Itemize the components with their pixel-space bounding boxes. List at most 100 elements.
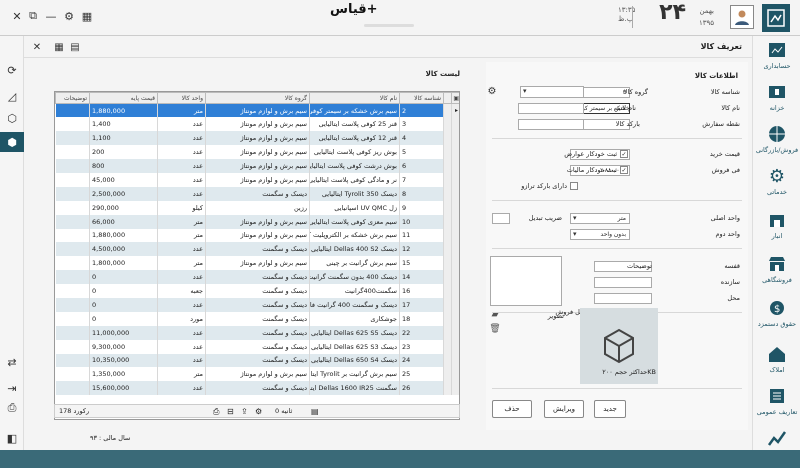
col-header-name[interactable]: نام کالا: [309, 92, 400, 104]
sidebar-item-sales[interactable]: فروش/بازرگانی: [753, 120, 800, 164]
product-box-icon[interactable]: ⬢: [0, 132, 24, 152]
payroll-icon: $: [766, 298, 788, 318]
cell-group: سیم برش و لوازم مونتاژ: [205, 367, 310, 382]
calculator-icon[interactable]: ▦: [52, 40, 66, 54]
cell-price: 15,600,000: [89, 381, 158, 396]
barcode-label: بارکد کالا: [615, 120, 640, 128]
cell-name: دیسک Dellas 625 S5 ایتالیایی: [309, 325, 400, 340]
table-row[interactable]: 6 بوش درشت کوفی پلاست ایتالیایی سیم برش و …: [55, 159, 459, 173]
minimize-icon[interactable]: —: [44, 9, 58, 23]
tax-checkbox[interactable]: ✓ ثبت خودکار مالیات: [567, 166, 628, 174]
sidebar-item-real-estate[interactable]: املاک: [753, 340, 800, 384]
delete-button[interactable]: حذف: [492, 400, 532, 418]
col-header-code[interactable]: شناسه کالا: [399, 92, 444, 104]
calendar-icon[interactable]: ▤: [68, 40, 82, 54]
print-icon[interactable]: ⎙: [4, 400, 20, 416]
user-avatar[interactable]: [730, 5, 754, 29]
table-row[interactable]: 24 دیسک Dellas 650 S4 ایتالیایی دیسک و سگم…: [55, 353, 459, 368]
list-view-icon[interactable]: ▤: [311, 407, 319, 416]
grid-apps-icon[interactable]: ▦: [80, 9, 94, 23]
description-textarea[interactable]: [490, 256, 562, 306]
new-button[interactable]: جدید: [594, 400, 626, 418]
duties-checkbox[interactable]: ✓ ثبت خودکار عوارض: [564, 150, 628, 158]
product-group-select[interactable]: [520, 86, 584, 98]
cell-price: 45,000: [89, 172, 158, 187]
scale-barcode-checkbox[interactable]: دارای بارکد ترازو: [521, 182, 578, 190]
col-header-unit[interactable]: واحد کالا: [157, 92, 206, 104]
cell-name: دیسک Dellas 650 S4 ایتالیایی: [309, 353, 400, 368]
table-row[interactable]: 3 قنر 25 کوفی پلاست ایتالیایی سیم برش و لو…: [55, 117, 459, 132]
measure-triangle-icon[interactable]: ◿: [4, 88, 20, 104]
table-row[interactable]: 5 بوش ریز کوفی پلاست ایتالیایی سیم برش و ل…: [55, 145, 459, 160]
table-row[interactable]: 11 سیم برش خشکه بر الکتروپلیت کو سیم برش و…: [55, 228, 459, 243]
select-all-header[interactable]: ▣: [451, 92, 459, 104]
latin-name-field[interactable]: [518, 103, 584, 114]
sidebar-item-accounting[interactable]: حسابداری: [753, 36, 800, 80]
table-row[interactable]: ▸ 2 سیم برش خشکه بر سیمتر کوفی سیم برش و لو…: [55, 103, 459, 118]
table-row[interactable]: 17دیسک و سگمنت 400 گرانیت فابریکدیسک و س…: [55, 297, 459, 312]
main-unit-select[interactable]: متر: [570, 213, 630, 224]
sidebar-item-services[interactable]: ⚙ خدماتی: [753, 162, 800, 206]
edit-button[interactable]: ویرایش: [544, 400, 584, 418]
real-estate-icon: [766, 344, 788, 364]
form-divider: [492, 388, 742, 389]
location-field[interactable]: [594, 293, 652, 304]
table-row[interactable]: 8 دیسک Tyrolit 350 ایتالیایی دیسک و سگمنت ع…: [55, 186, 459, 201]
cell-desc: [55, 145, 90, 160]
settings-gear-icon[interactable]: ⚙: [62, 9, 76, 23]
refresh-icon[interactable]: ⟳: [4, 62, 20, 78]
table-row[interactable]: 9 زل UV QMC اسپانیایی رزین کیلو 290,000: [55, 200, 459, 215]
table-row[interactable]: 22 دیسک Dellas 625 S5 ایتالیایی دیسک و سگم…: [55, 325, 459, 340]
barcode-field[interactable]: [518, 119, 584, 130]
table-row[interactable]: 26سگمنت Dellas 1600 IR25 ایتالیادیسک و س…: [55, 381, 459, 396]
send-icon[interactable]: ⇪: [241, 407, 248, 416]
cell-price: 0: [89, 270, 158, 285]
table-row[interactable]: 12 دیسک Dellas 400 S2 ایتالیایی دیسک و سگم…: [55, 242, 459, 257]
sidebar-item-warehouse[interactable]: انبار: [753, 206, 800, 250]
export-icon[interactable]: ⇥: [4, 380, 20, 396]
app-logo-icon: [762, 4, 790, 32]
table-row[interactable]: 18 جوشکاری دیسک و سگمنت مورد 0: [55, 311, 459, 326]
sidebar-item-charts[interactable]: [753, 424, 800, 468]
product-list-grid: ▣ شناسه کالا نام کالا گروه کالا واحد کال…: [54, 91, 460, 420]
sync-icon[interactable]: ⇄: [4, 354, 20, 370]
box-outline-icon[interactable]: ⬡: [4, 110, 20, 126]
close-window-icon[interactable]: ✕: [30, 40, 44, 54]
col-header-price[interactable]: قیمت پایه: [89, 92, 158, 104]
group-settings-gear-icon[interactable]: ⚙: [486, 85, 498, 97]
sidebar-item-general-definitions[interactable]: تعاریف عمومی: [753, 382, 800, 426]
table-row[interactable]: 23 دیسک Dellas 625 S3 ایتالیایی دیسک و سگم…: [55, 339, 459, 354]
row-pointer: [451, 353, 459, 368]
table-row[interactable]: 14 دیسک 400 بدون سگمنت گرانیت دیسک و سگمنت…: [55, 270, 459, 285]
col-header-desc[interactable]: توضیحات: [55, 92, 90, 104]
table-row[interactable]: 16 سگمنت400گرانیت دیسک و سگمنت جعبه 0: [55, 284, 459, 298]
sidebar-item-payroll[interactable]: $ حقوق دستمزد: [753, 294, 800, 338]
location-label: محل: [727, 294, 740, 302]
cell-group: سیم برش و لوازم مونتاژ: [205, 256, 310, 271]
sidebar-item-store[interactable]: فروشگاهی: [753, 250, 800, 294]
restore-window-icon[interactable]: ⧉: [26, 9, 40, 23]
cell-price: 1,880,000: [89, 103, 158, 118]
print-preview-icon[interactable]: ⎙: [213, 407, 219, 417]
col-header-group[interactable]: گروه کالا: [205, 92, 310, 104]
second-unit-select[interactable]: بدون واحد: [570, 229, 630, 240]
maker-field[interactable]: [594, 277, 652, 288]
table-row[interactable]: 7 نر و مادگی کوفی پلاست ایتالیایی سیم برش …: [55, 172, 459, 187]
table-row[interactable]: 25سیم برش گرانیت بر Tyrolit ایتالیاسیم ب…: [55, 367, 459, 382]
content-area: اطلاعات کالا شناسه کالا ۳ گروه کالا ⚙ نا…: [24, 58, 752, 430]
table-row[interactable]: 10 سیم معزی کوفی پلاست ایتالیایی سیم برش و…: [55, 214, 459, 229]
date-display: ۱۳:۳۵ پ.ظ ۲۴ بهمن ۱۳۹۵: [618, 0, 722, 32]
conversion-factor-field[interactable]: [492, 213, 510, 224]
folder-open-icon[interactable]: ▰: [488, 308, 502, 322]
delete-trash-icon[interactable]: 🗑: [488, 322, 502, 336]
grid-settings-icon[interactable]: ⚙: [255, 407, 262, 416]
warehouse-icon: [766, 210, 788, 230]
table-row[interactable]: 4 قنر 12 کوفی پلاست ایتالیایی سیم برش و لو…: [55, 131, 459, 146]
table-row[interactable]: 15 سیم برش گرانیت بر چینی سیم برش و لوازم …: [55, 256, 459, 271]
cell-group: دیسک و سگمنت: [205, 381, 310, 396]
close-app-icon[interactable]: ✕: [10, 9, 24, 23]
sidebar-item-treasury[interactable]: خزانه: [753, 78, 800, 122]
export-excel-icon[interactable]: ⊟: [227, 407, 234, 416]
accounting-icon: [766, 40, 788, 60]
cell-price: 1,400: [89, 117, 158, 132]
